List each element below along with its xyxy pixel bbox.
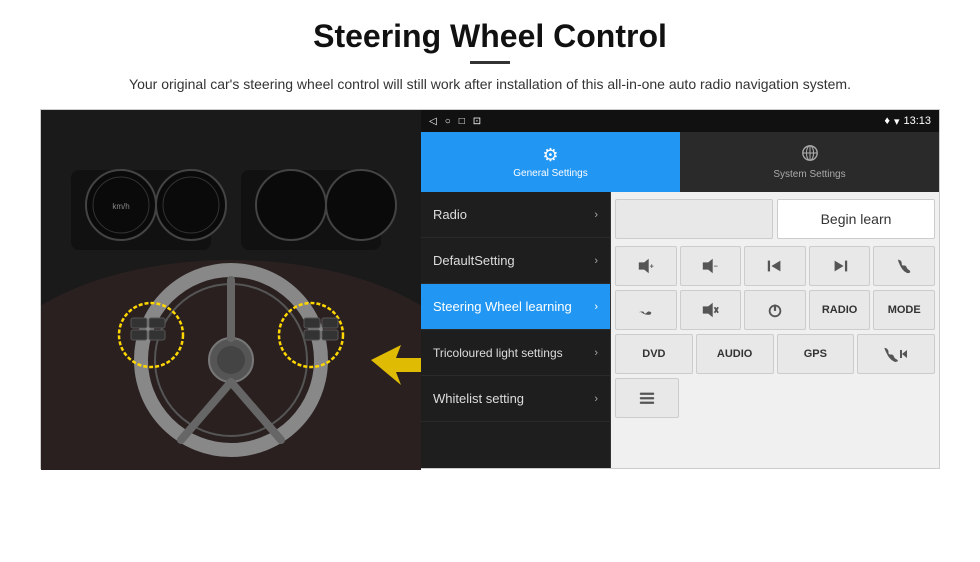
status-right: ♦ ▾ 13:13 bbox=[884, 115, 931, 128]
nav-recent-icon[interactable]: □ bbox=[459, 116, 465, 127]
menu-tricolour-label: Tricoloured light settings bbox=[433, 346, 563, 360]
signal-icon: ▾ bbox=[894, 115, 900, 128]
android-ui: ◁ ○ □ ⊡ ♦ ▾ 13:13 ⚙ General Settings bbox=[421, 110, 939, 468]
control-row-4 bbox=[615, 378, 935, 418]
vol-down-button[interactable]: − bbox=[680, 246, 742, 286]
mute-button[interactable] bbox=[680, 290, 742, 330]
content-area: km/h bbox=[40, 109, 940, 469]
menu-arrow-radio: › bbox=[594, 209, 598, 221]
general-settings-label: General Settings bbox=[513, 168, 588, 179]
top-row: Begin learn bbox=[615, 196, 935, 242]
radio-label-button[interactable]: RADIO bbox=[809, 290, 871, 330]
control-row-1: + − bbox=[615, 246, 935, 286]
status-bar: ◁ ○ □ ⊡ ♦ ▾ 13:13 bbox=[421, 110, 939, 132]
menu-whitelist-label: Whitelist setting bbox=[433, 391, 524, 406]
page-subtitle: Your original car's steering wheel contr… bbox=[40, 74, 940, 95]
menu-arrow-whitelist: › bbox=[594, 393, 598, 405]
nav-buttons: ◁ ○ □ ⊡ bbox=[429, 116, 481, 127]
audio-button[interactable]: AUDIO bbox=[696, 334, 774, 374]
menu-item-tricolour[interactable]: Tricoloured light settings › bbox=[421, 330, 610, 376]
vol-up-button[interactable]: + bbox=[615, 246, 677, 286]
empty-area bbox=[615, 199, 773, 239]
menu-item-default[interactable]: DefaultSetting › bbox=[421, 238, 610, 284]
svg-text:km/h: km/h bbox=[112, 202, 129, 211]
menu-item-steering[interactable]: Steering Wheel learning › bbox=[421, 284, 610, 330]
control-row-2: RADIO MODE bbox=[615, 290, 935, 330]
menu-default-label: DefaultSetting bbox=[433, 253, 515, 268]
gps-button[interactable]: GPS bbox=[777, 334, 855, 374]
tel-prev-button[interactable] bbox=[857, 334, 935, 374]
menu-item-whitelist[interactable]: Whitelist setting › bbox=[421, 376, 610, 422]
menu-steering-label: Steering Wheel learning bbox=[433, 299, 572, 314]
nav-home-icon[interactable]: ○ bbox=[445, 116, 451, 127]
hang-up-button[interactable] bbox=[615, 290, 677, 330]
system-settings-label: System Settings bbox=[773, 169, 845, 180]
menu-radio-label: Radio bbox=[433, 207, 467, 222]
title-divider bbox=[470, 61, 510, 64]
left-menu: Radio › DefaultSetting › Steering Wheel … bbox=[421, 192, 611, 468]
menu-arrow-steering: › bbox=[594, 301, 598, 313]
menu-item-radio[interactable]: Radio › bbox=[421, 192, 610, 238]
phone-button[interactable] bbox=[873, 246, 935, 286]
general-settings-icon: ⚙ bbox=[542, 145, 558, 166]
svg-text:+: + bbox=[649, 262, 653, 271]
location-icon: ♦ bbox=[884, 115, 890, 127]
menu-arrow-tricolour: › bbox=[594, 347, 598, 359]
right-panel: Begin learn + bbox=[611, 192, 939, 468]
main-content: Radio › DefaultSetting › Steering Wheel … bbox=[421, 192, 939, 468]
menu-arrow-default: › bbox=[594, 255, 598, 267]
clock: 13:13 bbox=[903, 115, 931, 127]
tab-general[interactable]: ⚙ General Settings bbox=[421, 132, 680, 192]
page-title: Steering Wheel Control bbox=[40, 18, 940, 55]
top-tabs: ⚙ General Settings System Settings bbox=[421, 132, 939, 192]
next-track-button[interactable] bbox=[809, 246, 871, 286]
dvd-button[interactable]: DVD bbox=[615, 334, 693, 374]
nav-cast-icon[interactable]: ⊡ bbox=[473, 116, 481, 127]
begin-learn-button[interactable]: Begin learn bbox=[777, 199, 935, 239]
tab-system[interactable]: System Settings bbox=[680, 132, 939, 192]
nav-back-icon[interactable]: ◁ bbox=[429, 116, 437, 127]
control-row-3: DVD AUDIO GPS bbox=[615, 334, 935, 374]
svg-text:−: − bbox=[714, 262, 718, 271]
system-settings-icon bbox=[801, 144, 819, 167]
power-button[interactable] bbox=[744, 290, 806, 330]
car-image: km/h bbox=[41, 110, 421, 470]
mode-button[interactable]: MODE bbox=[873, 290, 935, 330]
prev-track-button[interactable] bbox=[744, 246, 806, 286]
menu-icon-button[interactable] bbox=[615, 378, 679, 418]
